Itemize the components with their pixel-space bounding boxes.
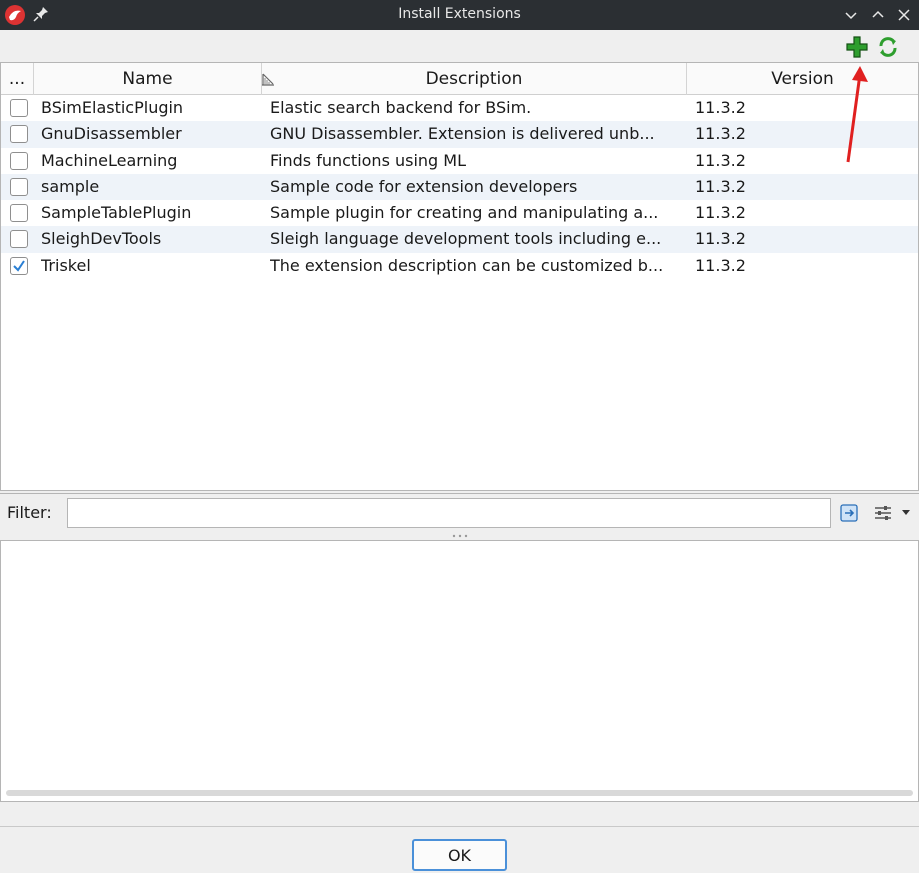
chevron-down-icon[interactable] <box>900 506 912 518</box>
install-checkbox[interactable] <box>10 177 28 196</box>
table-body: BSimElasticPlugin Elastic search backend… <box>1 95 918 279</box>
table-row[interactable]: GnuDisassembler GNU Disassembler. Extens… <box>1 121 918 148</box>
extension-description: Sleigh language development tools includ… <box>270 229 662 249</box>
extension-name: BSimElasticPlugin <box>41 98 184 117</box>
ok-button[interactable]: OK <box>412 839 507 871</box>
install-checkbox[interactable] <box>10 125 28 144</box>
column-header-name-label: Name <box>122 69 173 89</box>
extension-description: GNU Disassembler. Extension is delivered… <box>270 124 655 144</box>
splitter-grip-icon[interactable] <box>450 533 470 539</box>
extension-version: 11.3.2 <box>695 124 746 144</box>
extension-version: 11.3.2 <box>695 203 746 223</box>
title-bar: Install Extensions <box>0 0 919 30</box>
extension-description: Sample plugin for creating and manipulat… <box>270 203 659 223</box>
filter-input[interactable] <box>67 498 831 528</box>
extensions-table: ... Name Description Version BSimElastic… <box>0 62 919 491</box>
extension-version: 11.3.2 <box>695 150 746 170</box>
extension-description: Elastic search backend for BSim. <box>270 98 532 117</box>
column-header-description[interactable]: Description <box>262 63 687 95</box>
table-row[interactable]: SampleTablePlugin Sample plugin for crea… <box>1 200 918 226</box>
table-row[interactable]: SleighDevTools Sleigh language developme… <box>1 226 918 253</box>
table-header: ... Name Description Version <box>1 63 918 95</box>
install-checkbox[interactable] <box>10 230 28 249</box>
extension-name: SleighDevTools <box>41 229 162 249</box>
table-row[interactable]: Triskel The extension description can be… <box>1 253 918 279</box>
extension-name: MachineLearning <box>41 150 178 170</box>
extension-version: 11.3.2 <box>695 229 746 249</box>
minimize-icon[interactable] <box>842 6 860 24</box>
extension-name: SampleTablePlugin <box>41 203 192 223</box>
column-header-version[interactable]: Version <box>687 63 918 95</box>
install-checkbox[interactable] <box>10 99 28 117</box>
add-extension-icon[interactable] <box>845 35 869 59</box>
table-row[interactable]: sample Sample code for extension develop… <box>1 173 918 201</box>
clear-filter-icon[interactable] <box>839 502 861 524</box>
horizontal-scrollbar[interactable] <box>6 790 913 796</box>
install-checkbox[interactable] <box>10 256 28 275</box>
description-pane <box>0 540 919 802</box>
extension-version: 11.3.2 <box>695 98 746 117</box>
checkmark-icon <box>13 260 25 272</box>
extension-name: GnuDisassembler <box>41 124 182 144</box>
column-header-select[interactable]: ... <box>1 63 34 95</box>
table-row[interactable]: MachineLearning Finds functions using ML… <box>1 148 918 174</box>
table-row[interactable]: BSimElasticPlugin Elastic search backend… <box>1 95 918 121</box>
column-header-name[interactable]: Name <box>34 63 274 95</box>
extension-version: 11.3.2 <box>695 176 746 196</box>
extension-name: sample <box>41 176 100 196</box>
filter-options-icon[interactable] <box>872 502 894 524</box>
extension-description: Finds functions using ML <box>270 150 467 170</box>
extension-name: Triskel <box>41 255 91 275</box>
close-icon[interactable] <box>895 6 913 24</box>
divider <box>0 826 919 827</box>
extension-description: Sample code for extension developers <box>270 176 578 196</box>
filter-label: Filter: <box>7 503 52 522</box>
install-checkbox[interactable] <box>10 204 28 223</box>
extension-version: 11.3.2 <box>695 255 746 275</box>
extension-description: The extension description can be customi… <box>270 255 664 275</box>
filter-bar: Filter: <box>0 493 919 531</box>
window-title: Install Extensions <box>398 6 521 22</box>
maximize-icon[interactable] <box>869 6 887 24</box>
install-checkbox[interactable] <box>10 151 28 170</box>
refresh-icon[interactable] <box>876 35 900 59</box>
